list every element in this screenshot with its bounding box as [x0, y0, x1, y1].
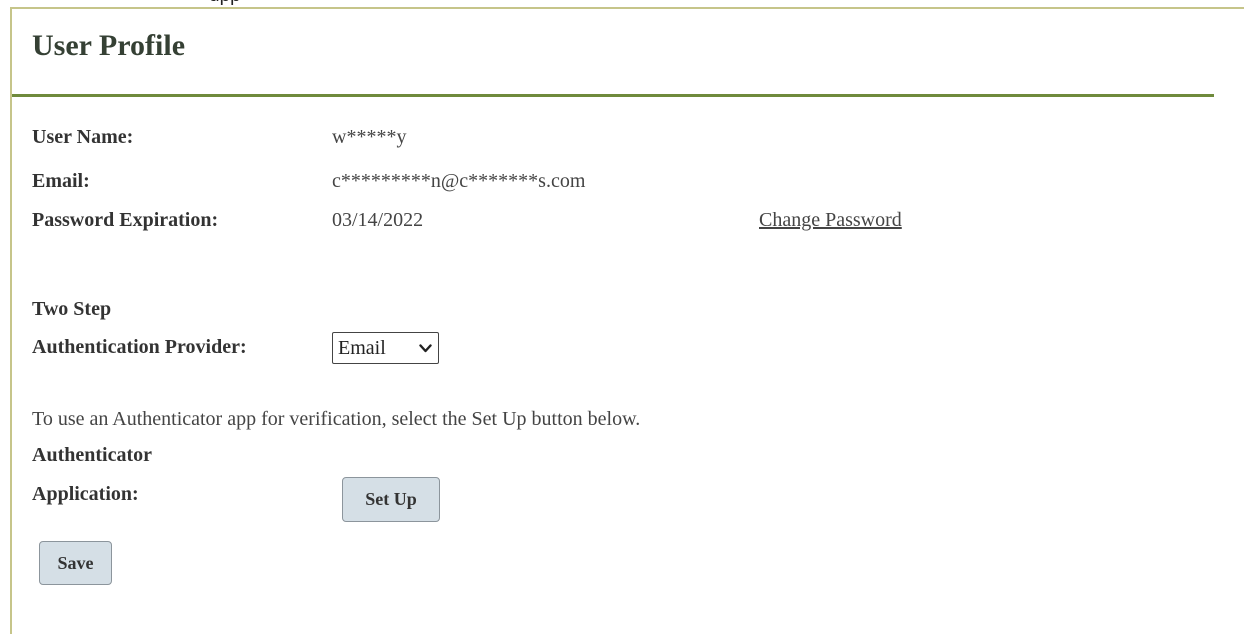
save-button[interactable]: Save [39, 541, 112, 585]
authentication-provider-label: Authentication Provider: [32, 336, 247, 358]
authenticator-label-line2: Application: [32, 483, 139, 505]
setup-button[interactable]: Set Up [342, 477, 440, 522]
password-expiration-value: 03/14/2022 [332, 209, 424, 231]
authenticator-info-text: To use an Authenticator app for verifica… [32, 408, 641, 430]
two-step-heading: Two Step [32, 298, 112, 320]
user-name-label: User Name: [32, 126, 134, 148]
user-profile-panel: User Profile User Name: w*****y Email: c… [10, 7, 1244, 634]
password-expiration-label: Password Expiration: [32, 209, 219, 231]
change-password-link[interactable]: Change Password [759, 209, 902, 232]
email-label: Email: [32, 170, 90, 192]
top-cutoff-text: upp [209, 0, 241, 7]
authentication-provider-selected: Email [338, 336, 386, 359]
chevron-down-icon [419, 344, 432, 353]
authentication-provider-select[interactable]: Email [332, 332, 439, 364]
title-divider [12, 94, 1214, 97]
user-name-value: w*****y [332, 126, 407, 148]
page-title: User Profile [32, 29, 186, 62]
authenticator-label-line1: Authenticator [32, 444, 152, 466]
email-value: c*********n@c*******s.com [332, 170, 586, 192]
